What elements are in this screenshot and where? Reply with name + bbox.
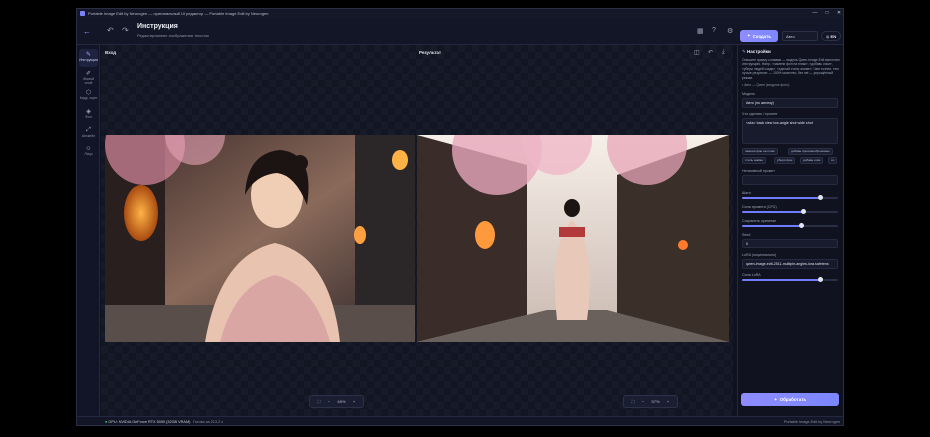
back-arrow-icon[interactable]: ← <box>83 27 91 36</box>
lora-label: LoRA (опционально) <box>742 253 777 257</box>
process-button[interactable]: ✦ Обработать <box>741 393 839 406</box>
preset-chip[interactable]: стиль аниме <box>742 157 766 164</box>
preset-chip[interactable]: добавь прохожих/фоновые <box>788 148 833 155</box>
zoom-in-icon[interactable]: + <box>353 399 355 404</box>
strength-slider-knob[interactable] <box>799 223 804 228</box>
sparkle-icon: ✦ <box>746 33 751 38</box>
negative-prompt-input[interactable] <box>742 175 838 185</box>
cfg-slider[interactable] <box>742 209 838 214</box>
title-bar: Portable Image Edit by Neurogen — оригин… <box>77 9 843 18</box>
result-image[interactable] <box>417 135 729 342</box>
cfg-slider-knob[interactable] <box>801 209 806 214</box>
rail-item-upscale[interactable]: ⤢ Апскейл <box>79 125 98 143</box>
download-icon[interactable]: ⤓ <box>722 49 725 56</box>
lora-select[interactable]: qwen-image-edit-2511-multiple-angles-lor… <box>742 259 838 269</box>
prompt-input[interactable]: <sks> back view low-angle shot wide shot <box>742 118 838 144</box>
minimize-button[interactable]: — <box>809 9 821 18</box>
model-label: Модель <box>742 92 755 96</box>
settings-note: • Авто — Qwen (входное фото) <box>742 83 790 87</box>
input-zoom-bar: ⛶ − 69% + <box>309 395 364 408</box>
create-button[interactable]: ✦ Создать <box>740 30 778 42</box>
seed-label: Seed <box>742 233 751 237</box>
strength-slider[interactable] <box>742 223 838 228</box>
status-dot-icon: ● <box>105 420 108 424</box>
maximize-button[interactable]: □ <box>821 9 833 18</box>
result-zoom-bar: ⛶ − 57% + <box>623 395 678 408</box>
ready-status: Готово за 213.2 с <box>193 420 224 424</box>
help-icon[interactable]: ? <box>712 27 716 34</box>
zoom-out-icon[interactable]: − <box>328 399 330 404</box>
lora-strength-label: Сила LoRA <box>742 273 761 277</box>
input-pane-label: Вход <box>105 50 117 55</box>
cfg-slider-fill <box>742 211 804 213</box>
language-toggle[interactable]: ◎ EN <box>821 31 841 41</box>
model-select[interactable]: Авто (по железу) <box>742 98 838 108</box>
left-rail: ✎ Инструкция ✐ Живой слой ⬡ Кадр. сцен ◈… <box>77 45 100 416</box>
app-credit: Portable Image Edit by Neurogen <box>783 420 840 424</box>
cfg-label: Сила промпта (CFG) <box>742 205 777 209</box>
fit-icon[interactable]: ⛶ <box>318 399 321 404</box>
negative-prompt-label: Негативный промпт <box>742 169 775 173</box>
scene-icon: ⬡ <box>85 90 92 96</box>
preset-chip[interactable]: убери фон <box>774 157 796 164</box>
compare-icon[interactable]: ◫ <box>694 49 700 56</box>
steps-label: Шаги <box>742 191 751 195</box>
window-title: Portable Image Edit by Neurogen — оригин… <box>88 11 269 16</box>
preset-chip[interactable]: со <box>828 157 838 164</box>
lora-strength-slider-knob[interactable] <box>818 277 823 282</box>
gpu-status: ● GPU: NVIDIA GeForce RTX 5090 (32GB VRA… <box>105 420 191 424</box>
result-zoom-value: 57% <box>651 399 660 404</box>
pencil-icon: ✎ <box>742 49 746 54</box>
steps-slider-knob[interactable] <box>818 195 823 200</box>
strength-slider-fill <box>742 225 802 227</box>
result-pane-label: Результат <box>419 50 442 55</box>
grid-icon[interactable]: ▦ <box>697 27 704 35</box>
close-button[interactable]: ✕ <box>833 9 843 18</box>
zoom-out-icon[interactable]: − <box>642 399 644 404</box>
pencil-icon: ✎ <box>85 52 92 58</box>
input-zoom-value: 69% <box>337 399 346 404</box>
status-bar: ● GPU: NVIDIA GeForce RTX 5090 (32GB VRA… <box>77 416 843 425</box>
settings-title: ✎ Настройки <box>742 49 771 54</box>
header: ← ↶ ↷ Инструкция Редактирование изображе… <box>77 18 843 45</box>
zoom-in-icon[interactable]: + <box>667 399 669 404</box>
page-subtitle: Редактирование изображения текстом <box>137 33 209 38</box>
gear-icon[interactable]: ⚙ <box>727 27 733 35</box>
redo-icon[interactable]: ↷ <box>122 26 129 35</box>
layers-icon: ◈ <box>86 109 91 115</box>
seed-input[interactable]: 0 <box>742 239 838 248</box>
lora-strength-slider-fill <box>742 279 821 281</box>
page-title: Инструкция <box>137 23 178 30</box>
preset-chip[interactable]: добавь очки <box>800 157 824 164</box>
window-controls: — □ ✕ <box>809 9 843 18</box>
undo-result-icon[interactable]: ↶ <box>708 49 713 56</box>
rail-item-face[interactable]: ☺ Лицо <box>79 144 98 162</box>
canvas-area: Вход Результат ◫ ↶ ⤓ ⛶ − 69% + ⛶ − 57% + <box>101 45 733 416</box>
rail-item-instruction[interactable]: ✎ Инструкция <box>79 49 98 67</box>
steps-slider-fill <box>742 197 821 199</box>
preset-chip[interactable]: замени фон на пляж <box>742 148 778 155</box>
brush-icon: ✐ <box>85 71 92 77</box>
input-image[interactable] <box>105 135 415 342</box>
app-window: Portable Image Edit by Neurogen — оригин… <box>76 8 844 426</box>
settings-panel: ✎ Настройки Опишите правку словами — мод… <box>737 45 841 416</box>
rail-item-live-layer[interactable]: ✐ Живой слой <box>79 68 98 86</box>
sparkle-icon: ✦ <box>773 396 778 402</box>
settings-description: Опишите правку словами — модель Qwen-Ima… <box>742 58 840 80</box>
fit-icon[interactable]: ⛶ <box>632 399 635 404</box>
steps-slider[interactable] <box>742 195 838 200</box>
expand-icon: ⤢ <box>86 127 91 133</box>
rail-item-scene[interactable]: ⬡ Кадр. сцен <box>79 87 98 105</box>
globe-icon: ◎ <box>825 34 830 39</box>
prompt-label: Что сделать / промпт <box>742 112 778 116</box>
rail-item-background[interactable]: ◈ Фон <box>79 106 98 124</box>
lora-strength-slider[interactable] <box>742 277 838 282</box>
app-logo-icon <box>80 11 85 16</box>
undo-icon[interactable]: ↶ <box>107 26 114 35</box>
strength-label: Сохранить оригинал <box>742 219 777 223</box>
device-select[interactable]: Авто <box>782 31 818 41</box>
